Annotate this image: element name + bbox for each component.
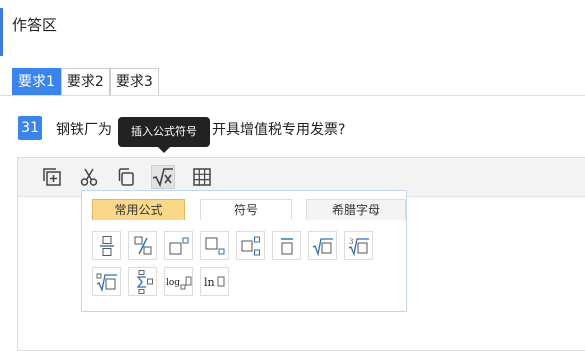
sqrt-icon[interactable] — [308, 231, 337, 260]
ln-label: ln — [204, 276, 215, 289]
scissors-icon[interactable] — [77, 165, 101, 189]
table-grid-icon[interactable] — [190, 165, 214, 189]
tab-greek-letters[interactable]: 希腊字母 — [306, 199, 406, 220]
ln-icon[interactable]: ln — [200, 267, 229, 296]
tab-symbols[interactable]: 符号 — [200, 199, 292, 220]
sqrt-x-icon[interactable] — [151, 165, 175, 189]
tab-requirement-3[interactable]: 要求3 — [109, 68, 159, 95]
sub-superscript-icon[interactable] — [236, 231, 265, 260]
tab-common-formulas[interactable]: 常用公式 — [92, 199, 185, 220]
section-title: 作答区 — [12, 16, 58, 34]
tab-divider — [0, 95, 585, 96]
cube-root-index: 3 — [349, 238, 353, 246]
log-label: log — [166, 278, 180, 288]
fraction-icon[interactable] — [92, 231, 121, 260]
superscript-icon[interactable] — [164, 231, 193, 260]
copy-icon[interactable] — [114, 165, 138, 189]
insert-formula-tooltip: 插入公式符号 — [118, 117, 210, 153]
cube-root-icon[interactable]: 3 — [344, 231, 373, 260]
question-text-start: 钢铁厂为 — [56, 122, 112, 138]
summation-icon[interactable] — [128, 267, 157, 296]
question-number-badge: 31 — [18, 116, 42, 140]
log-base-icon[interactable]: log — [164, 267, 193, 296]
add-box-icon[interactable] — [40, 165, 64, 189]
tab-requirement-2[interactable]: 要求2 — [60, 68, 110, 95]
slash-fraction-icon[interactable] — [128, 231, 157, 260]
nth-root-icon[interactable] — [92, 267, 121, 296]
overline-icon[interactable] — [272, 231, 301, 260]
formula-symbol-panel: 常用公式 符号 希腊字母 3 log ln — [81, 190, 407, 312]
tab-requirement-1[interactable]: 要求1 — [12, 68, 61, 95]
subscript-icon[interactable] — [200, 231, 229, 260]
question-text-end: 开具增值税专用发票? — [212, 122, 346, 138]
requirement-tabs: 要求1 要求2 要求3 — [12, 68, 159, 95]
accent-bar — [0, 8, 3, 56]
